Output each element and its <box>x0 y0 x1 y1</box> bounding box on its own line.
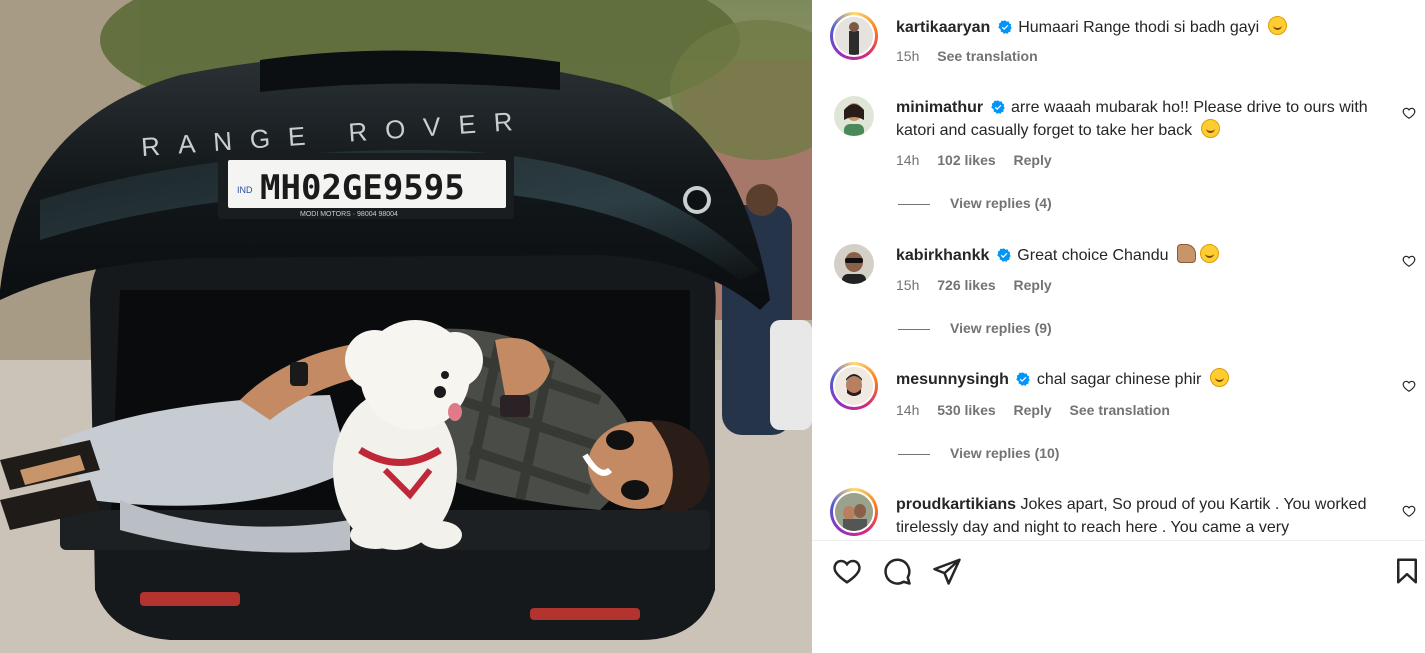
avatar[interactable] <box>830 362 878 410</box>
thumbs-up-emoji-icon <box>1176 244 1196 263</box>
username[interactable]: kabirkhankk <box>896 247 989 264</box>
comment-item: proudkartikians Jokes apart, So proud of… <box>830 488 1420 540</box>
verified-badge-icon <box>997 248 1011 262</box>
heart-icon[interactable] <box>832 556 862 586</box>
heart-icon[interactable] <box>1402 379 1416 393</box>
person-icon <box>835 367 873 405</box>
reply-button[interactable]: Reply <box>1014 402 1052 418</box>
replies-divider <box>898 453 930 455</box>
post-photo[interactable]: RANGE ROVER IND MH02GE9595 MODI MOTORS ·… <box>0 0 812 653</box>
bookmark-icon[interactable] <box>1392 556 1422 586</box>
caption-text: Humaari Range thodi si badh gayi <box>1018 19 1260 36</box>
license-plate-text: MH02GE9595 <box>260 168 465 208</box>
avatar[interactable] <box>834 96 874 136</box>
comment-text: chal sagar chinese phir <box>1036 371 1202 388</box>
share-icon[interactable] <box>932 556 962 586</box>
replies-divider <box>898 328 930 330</box>
person-icon <box>834 96 874 136</box>
heart-icon[interactable] <box>1402 254 1416 268</box>
like-count[interactable]: 726 likes <box>937 277 995 293</box>
username[interactable]: kartikaaryan <box>896 19 990 36</box>
heart-icon[interactable] <box>1402 504 1416 518</box>
reply-button[interactable]: Reply <box>1014 277 1052 293</box>
person-icon <box>834 244 874 284</box>
verified-badge-icon <box>997 20 1012 34</box>
reply-button[interactable]: Reply <box>1014 152 1052 168</box>
post-caption: kartikaaryan Humaari Range thodi si badh… <box>830 12 1420 76</box>
comment-time[interactable]: 14h <box>896 402 919 418</box>
comment-item: mesunnysingh chal sagar chinese phir 14h… <box>830 362 1420 466</box>
smiling-face-emoji-icon <box>1199 244 1219 263</box>
person-icon <box>835 17 873 55</box>
see-translation-link[interactable]: See translation <box>937 48 1037 64</box>
tears-of-joy-emoji-icon <box>1200 119 1220 138</box>
person-icon <box>835 493 873 531</box>
verified-badge-icon <box>1016 372 1031 386</box>
see-translation-link[interactable]: See translation <box>1070 402 1170 418</box>
replies-divider <box>898 203 930 205</box>
comment-text: Great choice Chandu <box>1017 247 1169 264</box>
face-emoji-icon <box>1209 368 1229 387</box>
view-replies-button[interactable]: View replies (9) <box>896 320 1052 336</box>
comment-time[interactable]: 15h <box>896 277 919 293</box>
comment-item: kabirkhankk Great choice Chandu 15h 726 … <box>830 240 1420 340</box>
comments-list[interactable]: kartikaaryan Humaari Range thodi si badh… <box>812 0 1425 540</box>
view-replies-button[interactable]: View replies (4) <box>896 195 1052 211</box>
divider <box>812 540 1425 541</box>
avatar[interactable] <box>830 488 878 536</box>
username[interactable]: minimathur <box>896 99 983 116</box>
verified-badge-icon <box>990 100 1005 114</box>
comments-panel: kartikaaryan Humaari Range thodi si badh… <box>812 0 1425 653</box>
comment-time[interactable]: 14h <box>896 152 919 168</box>
svg-text:MODI MOTORS · 98004 98004: MODI MOTORS · 98004 98004 <box>300 211 398 218</box>
comment-item: minimathur arre waaah mubarak ho!! Pleas… <box>830 92 1420 222</box>
post-time[interactable]: 15h <box>896 48 919 64</box>
upside-down-face-emoji-icon <box>1267 16 1287 35</box>
username[interactable]: mesunnysingh <box>896 371 1009 388</box>
view-replies-button[interactable]: View replies (10) <box>896 445 1059 461</box>
avatar[interactable] <box>834 244 874 284</box>
action-bar <box>832 556 1417 588</box>
avatar[interactable] <box>830 12 878 60</box>
comment-icon[interactable] <box>882 556 912 586</box>
heart-icon[interactable] <box>1402 106 1416 120</box>
username[interactable]: proudkartikians <box>896 496 1016 513</box>
like-count[interactable]: 530 likes <box>937 402 995 418</box>
like-count[interactable]: 102 likes <box>937 152 995 168</box>
svg-text:IND: IND <box>237 185 253 195</box>
